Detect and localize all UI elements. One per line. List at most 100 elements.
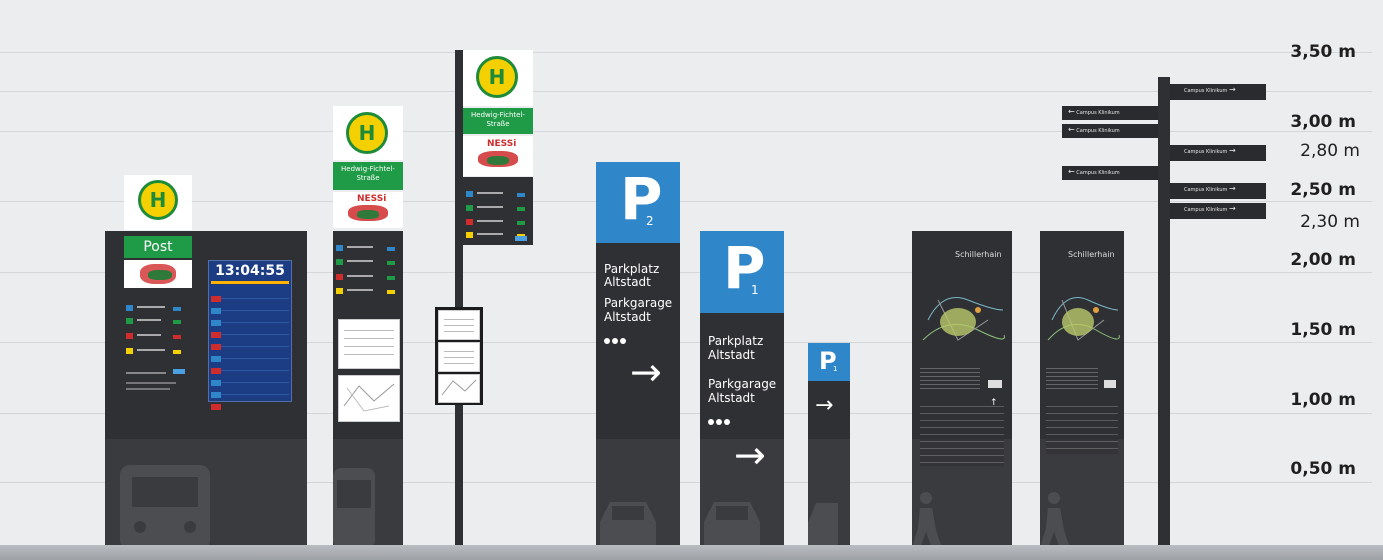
direction-sign-right: Campus Klinikum →	[1170, 183, 1266, 199]
departure-clock: 13:04:55	[215, 263, 285, 279]
parking-p-letter: P	[723, 234, 766, 302]
arrow-right-icon: →	[815, 393, 834, 418]
parking-p1-header: P 1	[700, 231, 784, 313]
line-row	[466, 182, 528, 197]
ground	[0, 545, 1383, 560]
parking-p2-line2: Altstadt	[604, 275, 651, 289]
bus-stop-h-icon: H	[346, 112, 388, 154]
area-map	[1047, 297, 1120, 341]
parking-p1-line2: Altstadt	[708, 348, 755, 362]
bus-stop-h-icon: H	[476, 56, 518, 98]
parking-p1-line1: Parkplatz	[708, 334, 764, 348]
direction-sign-label: Campus Klinikum	[1076, 128, 1120, 134]
bus-stop-h-icon: H	[138, 180, 178, 220]
line-row	[336, 236, 398, 251]
parking-p-number: 1	[751, 283, 759, 297]
car-icon	[704, 502, 760, 547]
arrow-right-icon: →	[1228, 85, 1236, 94]
arrow-right-icon: →	[1228, 184, 1236, 193]
parking-p-letter: P	[620, 165, 663, 233]
departure-display: 13:04:55	[208, 260, 292, 410]
info-text	[126, 388, 170, 390]
direction-sign-label: Campus Klinikum	[1076, 110, 1120, 116]
info-text	[126, 372, 166, 374]
map-legend	[920, 365, 980, 389]
car-icon	[600, 502, 656, 547]
direction-sign-left: ← Campus Klinikum	[1062, 124, 1158, 138]
bus-icon	[120, 465, 210, 550]
info-badge	[515, 236, 527, 241]
parking-p1-line4: Altstadt	[708, 391, 755, 405]
bus-stop-mid-name: Hedwig-Fichtel-Straße	[333, 162, 403, 190]
bus-stop-pole-name: Hedwig-Fichtel-Straße	[463, 108, 533, 134]
bus-stop-pole	[455, 50, 463, 549]
line-row	[336, 265, 398, 280]
line-row	[126, 324, 181, 339]
scale-label-100: 1,00 m	[1290, 390, 1356, 410]
scale-label-050: 0,50 m	[1290, 459, 1356, 479]
direction-sign-left: ← Campus Klinikum	[1062, 106, 1158, 120]
arrow-right-icon: →	[630, 350, 662, 394]
map-stele-2-title: Schillerhain	[1068, 250, 1115, 259]
direction-sign-label: Campus Klinikum	[1184, 187, 1228, 193]
direction-sign-label: Campus Klinikum	[1184, 207, 1228, 213]
bus-stop-main-logo	[124, 260, 192, 288]
scale-label-300: 3,00 m	[1290, 112, 1356, 132]
parking-small-header: P 1	[808, 343, 850, 381]
line-row	[466, 210, 528, 225]
bus-stop-main-name: Post	[124, 236, 192, 258]
arrow-right-icon: →	[734, 433, 766, 477]
pole-info-case	[435, 307, 483, 405]
direction-sign-label: Campus Klinikum	[1076, 170, 1120, 176]
line-row	[126, 296, 181, 311]
arrow-right-icon: →	[1228, 146, 1236, 155]
parking-p2-header: P 2	[596, 162, 680, 243]
line-row	[336, 250, 398, 265]
arrow-right-icon: →	[1228, 204, 1236, 213]
parking-p-number: 2	[646, 214, 654, 228]
line-row	[466, 223, 528, 238]
line-row	[336, 279, 398, 294]
parking-service-icons	[708, 410, 738, 425]
scale-label-250: 2,50 m	[1290, 180, 1356, 200]
arrow-left-icon: ←	[1068, 167, 1075, 176]
gridline-350	[0, 52, 1372, 53]
direction-sign-label: Campus Klinikum	[1184, 149, 1228, 155]
info-text	[126, 382, 176, 384]
network-map-poster	[338, 375, 400, 422]
nessi-logo-text: NESSi	[357, 194, 387, 204]
timetable-poster	[338, 319, 400, 369]
scale-label-200: 2,00 m	[1290, 250, 1356, 270]
departure-rows	[211, 287, 289, 410]
parking-p2-line3: Parkgarage	[604, 296, 673, 310]
arrow-up-icon: ↑	[990, 398, 998, 408]
map-legend-icon	[988, 380, 1002, 388]
area-map	[922, 297, 1005, 341]
parking-p2-line4: Altstadt	[604, 310, 651, 324]
destination-list	[1046, 400, 1118, 454]
scale-label-230: 2,30 m	[1300, 212, 1360, 232]
scale-label-150: 1,50 m	[1290, 320, 1356, 340]
line-row	[466, 196, 528, 211]
direction-sign-left: ← Campus Klinikum	[1062, 166, 1158, 180]
map-stele-1-title: Schillerhain	[955, 250, 1002, 259]
map-legend	[1046, 365, 1098, 389]
bus-stop-pole-logo: NESSi	[463, 136, 533, 176]
nessi-logo-text: NESSi	[487, 139, 517, 149]
parking-p1-line3: Parkgarage	[708, 377, 777, 391]
car-icon	[808, 503, 838, 547]
bus-stop-mid-logo: NESSi	[333, 192, 403, 228]
map-legend-icon	[1104, 380, 1116, 388]
info-badge	[173, 369, 185, 374]
parking-p-number: 1	[833, 365, 838, 373]
scale-label-350: 3,50 m	[1290, 42, 1356, 62]
arrow-left-icon: ←	[1068, 125, 1075, 134]
destination-list	[920, 400, 1004, 466]
line-row	[126, 339, 181, 354]
parking-p2-line1: Parkplatz	[604, 262, 660, 276]
arrow-left-icon: ←	[1068, 107, 1075, 116]
scale-label-280: 2,80 m	[1300, 141, 1360, 161]
direction-sign-right: Campus Klinikum →	[1170, 145, 1266, 161]
pedestrian-icon	[912, 492, 942, 548]
bus-icon	[333, 468, 375, 548]
